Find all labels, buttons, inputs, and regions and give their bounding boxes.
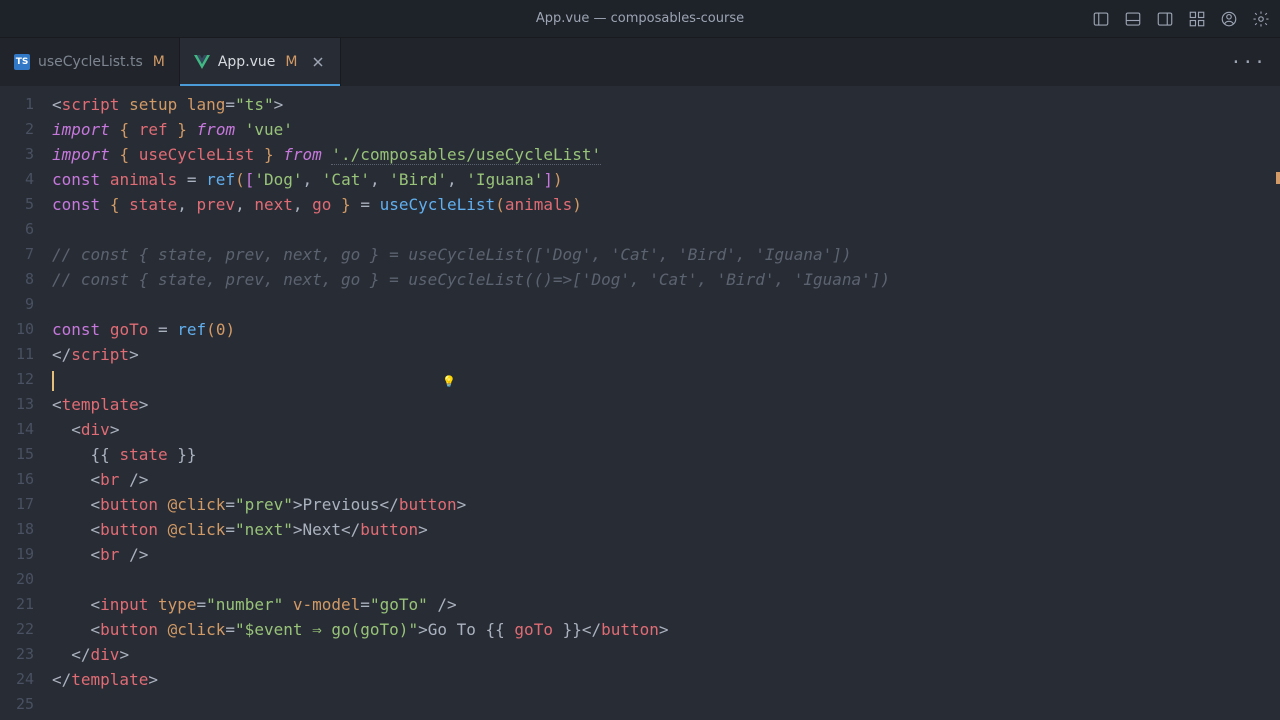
- code-line: <button @click="prev">Previous</button>: [52, 492, 1280, 517]
- gear-icon[interactable]: [1252, 10, 1270, 28]
- vue-icon: [194, 54, 210, 70]
- code-line: // const { state, prev, next, go } = use…: [52, 242, 1280, 267]
- code-line: <script setup lang="ts">: [52, 92, 1280, 117]
- line-numbers: 1234567891011121314151617181920212223242…: [0, 86, 52, 720]
- account-icon[interactable]: [1220, 10, 1238, 28]
- code-line: [52, 692, 1280, 717]
- tab-appvue[interactable]: App.vue M: [180, 38, 341, 86]
- panel-right-icon[interactable]: [1156, 10, 1174, 28]
- code-line: {{ state }}: [52, 442, 1280, 467]
- code-line: <input type="number" v-model="goTo" />: [52, 592, 1280, 617]
- tab-label: useCycleList.ts: [38, 54, 143, 70]
- code-line: [52, 567, 1280, 592]
- code-line: </div>: [52, 642, 1280, 667]
- code-line: import { ref } from 'vue': [52, 117, 1280, 142]
- editor-tabs: TS useCycleList.ts M App.vue M ···: [0, 38, 1280, 86]
- code-content[interactable]: <script setup lang="ts"> import { ref } …: [52, 86, 1280, 720]
- lightbulb-icon[interactable]: 💡: [442, 369, 456, 394]
- code-line: <button @click="next">Next</button>: [52, 517, 1280, 542]
- layout-grid-icon[interactable]: [1188, 10, 1206, 28]
- code-line: <button @click="$event ⇒ go(goTo)">Go To…: [52, 617, 1280, 642]
- code-line: [52, 292, 1280, 317]
- code-line-cursor: [52, 367, 1280, 392]
- modified-indicator: M: [285, 54, 297, 70]
- code-line: const goTo = ref(0): [52, 317, 1280, 342]
- code-line: const animals = ref(['Dog', 'Cat', 'Bird…: [52, 167, 1280, 192]
- code-line: import { useCycleList } from './composab…: [52, 142, 1280, 167]
- titlebar: App.vue — composables-course: [0, 0, 1280, 38]
- panel-bottom-icon[interactable]: [1124, 10, 1142, 28]
- code-line: </template>: [52, 667, 1280, 692]
- titlebar-actions: [1092, 10, 1270, 28]
- text-cursor: [52, 371, 54, 391]
- window-title: App.vue — composables-course: [536, 11, 744, 26]
- code-line: </script>: [52, 342, 1280, 367]
- code-line: // const { state, prev, next, go } = use…: [52, 267, 1280, 292]
- code-editor[interactable]: 1234567891011121314151617181920212223242…: [0, 86, 1280, 720]
- code-line: <div>: [52, 417, 1280, 442]
- panel-left-icon[interactable]: [1092, 10, 1110, 28]
- code-line: <br />: [52, 467, 1280, 492]
- code-line: [52, 217, 1280, 242]
- code-line: const { state, prev, next, go } = useCyc…: [52, 192, 1280, 217]
- tab-overflow-icon[interactable]: ···: [1230, 52, 1266, 73]
- close-icon[interactable]: [310, 54, 326, 70]
- tab-label: App.vue: [218, 54, 276, 70]
- scrollbar[interactable]: [1268, 86, 1280, 720]
- typescript-icon: TS: [14, 54, 30, 70]
- code-line: <br />: [52, 542, 1280, 567]
- tab-usecyclelist[interactable]: TS useCycleList.ts M: [0, 38, 180, 86]
- modified-indicator: M: [153, 54, 165, 70]
- code-line: <template>: [52, 392, 1280, 417]
